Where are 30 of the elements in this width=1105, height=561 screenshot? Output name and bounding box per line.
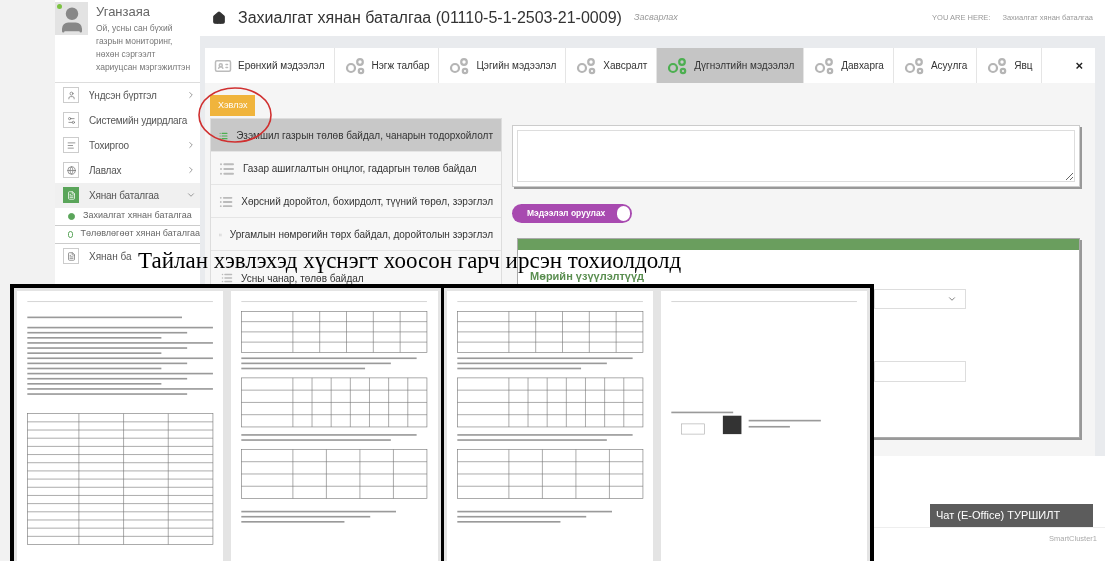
menu-item[interactable]: Хянан баталгаа — [55, 182, 200, 208]
list-icon — [221, 272, 233, 284]
home-icon[interactable] — [212, 11, 226, 25]
gears-icon — [448, 56, 471, 75]
user-name: Уганзаяа — [96, 3, 151, 21]
chevron-down-icon — [186, 190, 196, 200]
gears-icon — [902, 56, 925, 75]
gears-icon — [986, 56, 1009, 75]
list-icon — [219, 161, 235, 177]
page-title: Захиалгат хянан баталгаа (01110-5-1-2503-21-0009) — [238, 8, 622, 28]
tab[interactable]: Дүгнэлтийн мэдээлэл — [657, 48, 805, 83]
gears-icon — [813, 56, 836, 75]
chevron-right-icon — [186, 165, 196, 175]
chevron-right-icon — [186, 140, 196, 150]
caption: Тайлан хэвлэхэд хүснэгт хоосон гарч ирсэн тохиолдолд — [138, 250, 682, 272]
select-field[interactable] — [874, 289, 966, 309]
bullet-icon — [68, 212, 75, 220]
bullet-icon — [68, 230, 73, 238]
input-field[interactable] — [874, 361, 966, 382]
gears-icon — [575, 56, 598, 75]
gears-icon — [666, 56, 689, 75]
chevron-right-icon — [186, 90, 196, 100]
toggle-knob — [617, 206, 631, 221]
gears-icon — [343, 56, 366, 75]
list-icon — [219, 194, 234, 210]
chevron-down-icon — [947, 294, 957, 304]
toggle-switch[interactable]: Мэдээлэл оруулах — [512, 204, 633, 223]
close-button[interactable]: × — [1063, 48, 1095, 83]
user-role: Ой, усны сан бүхий газрын мониторинг, нөхөн сэргээлт хариуцсан мэргэжилтэн — [96, 21, 191, 74]
chat-bar[interactable]: Чат (E-Office) ТУРШИЛТ — [930, 504, 1093, 527]
